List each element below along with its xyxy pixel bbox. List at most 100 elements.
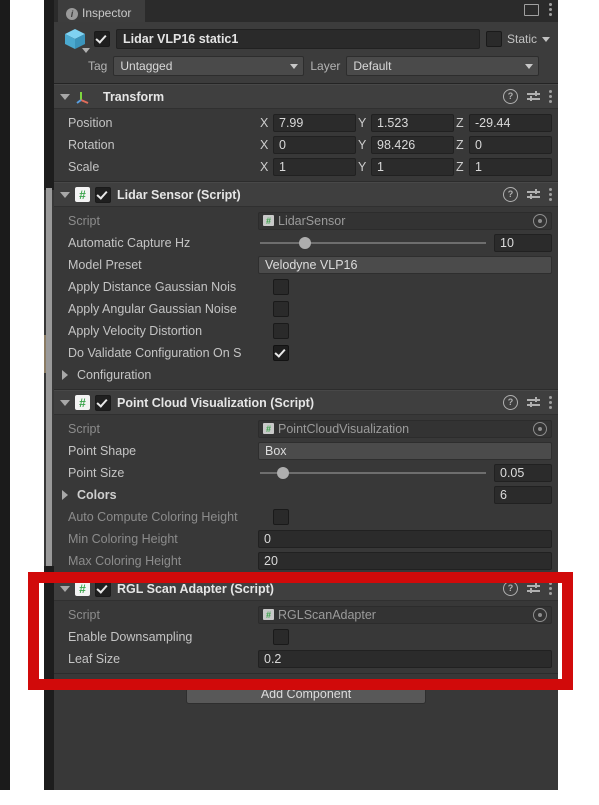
gameobject-name-field[interactable]: Lidar VLP16 static1	[116, 29, 480, 49]
gameobject-header: Lidar VLP16 static1 Static Tag Untagged …	[54, 22, 558, 84]
enable-downsampling-checkbox[interactable]	[273, 628, 289, 645]
tag-dropdown[interactable]: Untagged	[113, 56, 305, 76]
script-object-field[interactable]: # RGLScanAdapter	[258, 605, 552, 624]
apply-velocity-distortion-checkbox[interactable]	[273, 322, 289, 339]
foldout-arrow-icon[interactable]	[62, 369, 68, 380]
point-shape-dropdown[interactable]: Box	[258, 441, 552, 460]
component-enabled-checkbox[interactable]	[95, 580, 111, 597]
script-object-field[interactable]: # PointCloudVisualization	[258, 419, 552, 438]
cube-dropdown-caret-icon[interactable]	[82, 48, 90, 53]
row-label: Leaf Size	[68, 651, 121, 666]
component-header[interactable]: # Lidar Sensor (Script) ?	[54, 182, 558, 207]
scrollbar-track-top[interactable]	[44, 0, 54, 190]
script-mini-icon: #	[263, 609, 274, 620]
inspector-empty-space	[54, 704, 558, 790]
component-enabled-checkbox[interactable]	[95, 394, 111, 411]
point-shape-value: Box	[265, 443, 287, 458]
component-header[interactable]: # RGL Scan Adapter (Script) ?	[54, 576, 558, 601]
do-validate-configuration-row: Do Validate Configuration On S	[60, 343, 552, 362]
object-picker-icon[interactable]	[533, 421, 547, 436]
auto-compute-coloring-height-checkbox[interactable]	[273, 508, 289, 525]
preset-settings-icon[interactable]	[527, 188, 540, 201]
row-label: Rotation	[68, 137, 115, 152]
min-coloring-height-row: Min Coloring Height 0	[60, 529, 552, 548]
component-enabled-checkbox[interactable]	[95, 186, 111, 203]
chevron-down-icon	[290, 63, 299, 69]
component-header[interactable]: Transform ?	[54, 84, 558, 109]
position-y-field[interactable]: 1.523	[371, 113, 454, 132]
cube-icon	[62, 26, 90, 53]
rotation-y-field[interactable]: 98.426	[371, 135, 454, 154]
automatic-capture-hz-slider[interactable]	[258, 236, 494, 249]
script-mini-icon: #	[263, 215, 274, 226]
axis-label-y: Y	[358, 159, 367, 174]
component-menu-icon[interactable]	[549, 396, 552, 409]
colors-count-field[interactable]: 6	[494, 485, 552, 504]
layer-dropdown[interactable]: Default	[346, 56, 540, 76]
rotation-x-field[interactable]: 0	[273, 135, 356, 154]
do-validate-configuration-checkbox[interactable]	[273, 344, 289, 361]
enable-downsampling-row: Enable Downsampling	[60, 627, 552, 646]
scale-z-field[interactable]: 1	[469, 157, 552, 176]
static-checkbox[interactable]	[485, 31, 502, 47]
transform-position-row: Position X 7.99 Y 1.523 Z -29.44	[60, 113, 552, 132]
foldout-arrow-icon[interactable]	[60, 93, 70, 100]
preset-settings-icon[interactable]	[527, 582, 540, 595]
apply-distance-gaussian-noise-checkbox[interactable]	[273, 278, 289, 295]
inspector-scrollbar-thumb[interactable]	[46, 188, 52, 566]
window-icon[interactable]	[524, 3, 539, 16]
axis-label-y: Y	[358, 115, 367, 130]
preset-settings-icon[interactable]	[527, 396, 540, 409]
component-body: Script # RGLScanAdapter Enable Downsampl…	[54, 601, 558, 673]
tab-inspector[interactable]: i Inspector	[58, 0, 146, 22]
component-menu-icon[interactable]	[549, 188, 552, 201]
point-size-slider[interactable]	[258, 466, 494, 479]
scale-y-field[interactable]: 1	[371, 157, 454, 176]
position-z-field[interactable]: -29.44	[469, 113, 552, 132]
slider-knob[interactable]	[299, 236, 312, 249]
help-icon[interactable]: ?	[503, 187, 518, 202]
component-title: Point Cloud Visualization (Script)	[117, 395, 314, 410]
script-object-field[interactable]: # LidarSensor	[258, 211, 552, 230]
object-picker-icon[interactable]	[533, 607, 547, 622]
foldout-arrow-icon[interactable]	[60, 191, 70, 198]
configuration-foldout-row[interactable]: Configuration	[60, 365, 552, 384]
slider-knob[interactable]	[276, 466, 289, 479]
row-label: Enable Downsampling	[68, 629, 193, 644]
transform-rotation-row: Rotation X 0 Y 98.426 Z 0	[60, 135, 552, 154]
help-icon[interactable]: ?	[503, 395, 518, 410]
component-title: Transform	[103, 89, 165, 104]
gameobject-enabled-checkbox[interactable]	[94, 31, 110, 47]
foldout-arrow-icon[interactable]	[60, 399, 70, 406]
axis-label-x: X	[260, 115, 269, 130]
min-coloring-height-field[interactable]: 0	[258, 529, 552, 548]
component-menu-icon[interactable]	[549, 90, 552, 103]
scrollbar-track-bottom[interactable]	[44, 566, 54, 790]
row-label: Position	[68, 115, 113, 130]
position-x-field[interactable]: 7.99	[273, 113, 356, 132]
component-menu-icon[interactable]	[549, 582, 552, 595]
leaf-size-field[interactable]: 0.2	[258, 649, 552, 668]
automatic-capture-hz-field[interactable]: 10	[494, 233, 552, 252]
apply-angular-gaussian-noise-checkbox[interactable]	[273, 300, 289, 317]
script-icon: #	[75, 187, 90, 202]
rotation-z-field[interactable]: 0	[469, 135, 552, 154]
foldout-arrow-icon[interactable]	[60, 585, 70, 592]
model-preset-dropdown[interactable]: Velodyne VLP16	[258, 255, 552, 274]
help-icon[interactable]: ?	[503, 89, 518, 104]
scale-x-field[interactable]: 1	[273, 157, 356, 176]
point-size-field[interactable]: 0.05	[494, 463, 552, 482]
row-label: Auto Compute Coloring Height	[68, 509, 238, 524]
preset-settings-icon[interactable]	[527, 90, 540, 103]
kebab-menu-icon[interactable]	[549, 3, 552, 16]
tag-label: Tag	[88, 59, 108, 73]
help-icon[interactable]: ?	[503, 581, 518, 596]
tab-inspector-label: Inspector	[82, 6, 132, 20]
static-dropdown-caret-icon[interactable]	[542, 36, 550, 42]
foldout-arrow-icon[interactable]	[62, 489, 68, 500]
max-coloring-height-field[interactable]: 20	[258, 551, 552, 570]
add-component-button[interactable]: Add Component	[186, 683, 426, 704]
axis-label-z: Z	[456, 159, 464, 174]
component-header[interactable]: # Point Cloud Visualization (Script) ?	[54, 390, 558, 415]
object-picker-icon[interactable]	[533, 213, 547, 228]
